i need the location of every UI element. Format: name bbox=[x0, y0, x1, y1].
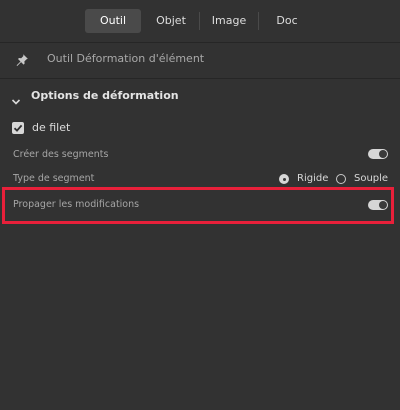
radio-souple[interactable] bbox=[336, 174, 346, 184]
tab-image[interactable]: Image bbox=[203, 9, 255, 33]
tab-separator bbox=[258, 12, 259, 30]
tab-separator bbox=[199, 12, 200, 30]
divider bbox=[0, 78, 400, 79]
mesh-checkbox-label: de filet bbox=[32, 121, 71, 134]
create-segments-toggle[interactable] bbox=[368, 149, 388, 159]
toggle-knob bbox=[379, 150, 387, 158]
current-tool-row: Outil Déformation d'élément bbox=[0, 43, 400, 78]
panel-tab-bar: Outil Objet Image Doc bbox=[0, 0, 400, 42]
highlight-box bbox=[2, 187, 394, 224]
section-header-deformation-options[interactable]: Options de déformation bbox=[0, 84, 400, 110]
tool-name: Outil Déformation d'élément bbox=[47, 52, 205, 65]
tab-doc[interactable]: Doc bbox=[262, 9, 312, 33]
mesh-checkbox[interactable] bbox=[12, 122, 24, 134]
radio-souple-label[interactable]: Souple bbox=[354, 173, 388, 184]
tab-outil[interactable]: Outil bbox=[85, 9, 141, 33]
radio-rigide[interactable] bbox=[279, 174, 289, 184]
radio-rigide-label[interactable]: Rigide bbox=[297, 173, 328, 184]
chevron-down-icon[interactable] bbox=[11, 92, 21, 105]
segment-type-label: Type de segment bbox=[13, 173, 95, 184]
pin-icon[interactable] bbox=[15, 52, 29, 66]
section-title: Options de déformation bbox=[31, 89, 179, 102]
tab-objet[interactable]: Objet bbox=[145, 9, 197, 33]
create-segments-label: Créer des segments bbox=[13, 149, 109, 160]
